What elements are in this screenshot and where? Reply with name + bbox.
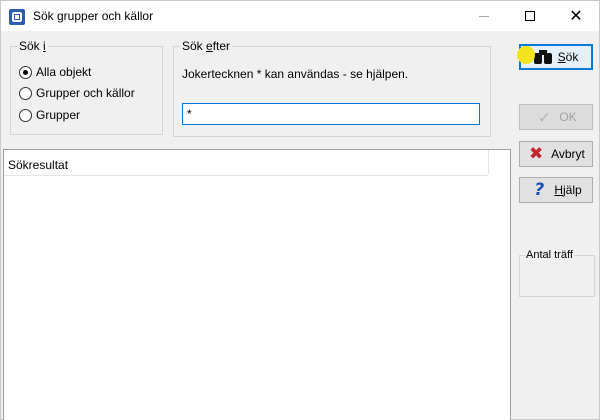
window-title: Sök grupper och källor [33,9,154,23]
radio-all-objects-indicator[interactable] [19,65,32,79]
ok-button-label: OK [559,110,577,124]
dialog-window: Sök grupper och källor ✕ Sök i Alla obje… [0,0,600,420]
search-button-rest: ök [565,50,579,64]
radio-groups-and-sources-indicator[interactable] [19,86,32,100]
search-input[interactable] [182,103,480,125]
results-header-label: Sökresultat [8,158,69,172]
search-in-legend-text: Sök [19,39,44,53]
cancel-button-label: Avbryt [551,147,585,161]
help-button-mnemonic: H [554,183,563,197]
radio-groups-indicator[interactable] [19,108,32,122]
search-for-legend-suffix: fter [212,39,231,53]
check-icon: ✓ [537,107,552,127]
question-icon: ? [534,180,545,200]
help-button-label: Hjälp [554,183,581,197]
search-button-mnemonic: S [557,50,566,64]
close-button[interactable]: ✕ [553,1,599,31]
close-icon: ✕ [569,6,583,25]
radio-all-objects-label[interactable]: Alla objekt [36,65,91,79]
search-for-legend-text: Sök [182,39,207,53]
maximize-button[interactable] [507,1,553,31]
radio-groups[interactable]: Grupper [19,107,80,123]
title-bar: Sök grupper och källor ✕ [1,1,599,31]
maximize-icon [525,11,535,21]
cursor-highlight [517,46,535,64]
hit-count-group: Antal träff [519,249,595,297]
hit-count-label: Antal träff [525,249,574,261]
binoculars-icon [533,48,552,66]
help-button[interactable]: ? Hjälp [519,177,593,203]
search-button-label: Sök [558,50,579,64]
x-icon: ✖ [528,144,544,164]
search-in-legend: Sök i [17,39,48,53]
search-for-legend-mnemonic: e [206,39,213,53]
search-in-legend-mnemonic: i [43,39,46,53]
radio-groups-label[interactable]: Grupper [36,108,80,122]
search-for-legend: Sök efter [180,39,233,53]
results-column-header[interactable]: Sökresultat [4,150,488,176]
search-for-group: Sök efter Jokertecknen * kan användas - … [173,39,491,137]
wildcard-hint: Jokertecknen * kan användas - se hjälpen… [182,67,409,81]
radio-groups-and-sources-label[interactable]: Grupper och källor [36,86,135,100]
column-separator[interactable] [488,150,489,174]
radio-groups-and-sources[interactable]: Grupper och källor [19,85,135,101]
ok-button[interactable]: ✓ OK [519,104,593,130]
search-results-list[interactable]: Sökresultat [3,149,511,420]
help-button-rest: jälp [562,183,582,197]
cancel-button[interactable]: ✖ Avbryt [519,141,593,167]
minimize-icon [479,16,489,17]
app-icon [9,9,25,25]
search-in-group: Sök i Alla objekt Grupper och källor Gru… [10,39,163,135]
minimize-button[interactable] [461,1,507,31]
radio-all-objects[interactable]: Alla objekt [19,64,91,80]
